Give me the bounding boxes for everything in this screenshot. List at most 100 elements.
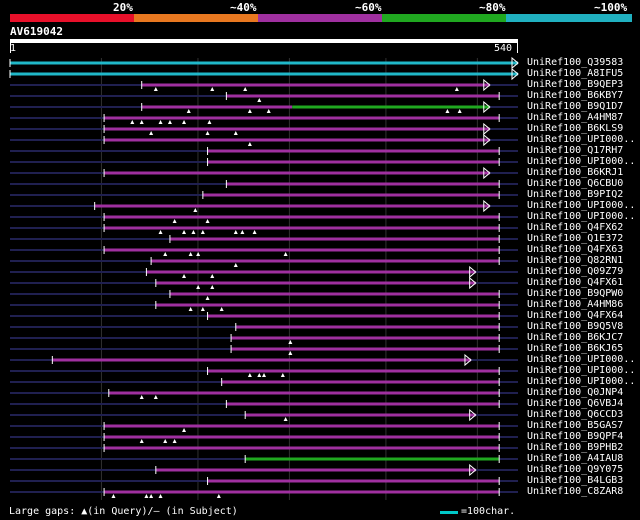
hit-row (10, 488, 518, 498)
gap-marker-icon (205, 296, 210, 300)
gap-marker-icon (196, 285, 201, 289)
gap-marker-icon (139, 120, 144, 124)
gap-marker-icon (283, 252, 288, 256)
gap-marker-icon (262, 373, 266, 377)
gap-marker-icon (247, 142, 252, 146)
hit-row (10, 191, 518, 199)
hit-label[interactable]: UniRef100_B5GAS7 (527, 420, 623, 431)
hit-row (10, 133, 518, 147)
hit-label[interactable]: UniRef100_UPI000.. (527, 376, 635, 387)
hit-row (10, 246, 518, 256)
gap-marker-icon (257, 98, 262, 102)
hit-row (10, 334, 518, 344)
hit-label[interactable]: UniRef100_Q4FX62 (527, 222, 623, 233)
gap-marker-icon (257, 373, 262, 377)
hit-label[interactable]: UniRef100_B9PIQ2 (527, 189, 623, 200)
hit-label[interactable]: UniRef100_Q6CBU0 (527, 178, 623, 189)
hit-label[interactable]: UniRef100_B9QPF4 (527, 431, 623, 442)
gap-marker-icon (163, 439, 168, 443)
hit-row (10, 408, 518, 422)
hit-label[interactable]: UniRef100_Q4FX61 (527, 277, 623, 288)
hit-label[interactable]: UniRef100_Q0JNP4 (527, 387, 623, 398)
gap-marker-icon (247, 109, 252, 113)
hit-label[interactable]: UniRef100_Q6VBJ4 (527, 398, 623, 409)
gap-marker-icon (153, 395, 158, 399)
gap-marker-icon (200, 230, 205, 234)
gap-marker-icon (149, 131, 154, 135)
hit-row (10, 455, 518, 463)
legend-text: Large gaps: ▲(in Query)/– (in Subject) (9, 506, 238, 517)
hit-label[interactable]: UniRef100_UPI000.. (527, 156, 635, 167)
hit-label[interactable]: UniRef100_Q1E372 (527, 233, 623, 244)
gap-marker-icon (182, 120, 187, 124)
gap-marker-icon (233, 230, 238, 234)
gap-marker-icon (280, 373, 285, 377)
hit-row (10, 345, 518, 355)
hit-label[interactable]: UniRef100_B4LGB3 (527, 475, 623, 486)
hit-row (10, 166, 518, 180)
hit-label[interactable]: UniRef100_Q4FX64 (527, 310, 623, 321)
gap-marker-icon (454, 87, 459, 91)
hit-label[interactable]: UniRef100_B6KRJ1 (527, 167, 623, 178)
gap-marker-icon (233, 131, 238, 135)
hit-row (10, 158, 518, 166)
gap-marker-icon (200, 307, 205, 311)
hit-label[interactable]: UniRef100_B6KBY7 (527, 90, 623, 101)
hit-label[interactable]: UniRef100_Q6CCD3 (527, 409, 623, 420)
hit-label[interactable]: UniRef100_UPI000.. (527, 365, 635, 376)
hit-label[interactable]: UniRef100_Q39583 (527, 57, 623, 68)
gap-marker-icon (210, 285, 215, 289)
hit-row (10, 147, 518, 155)
hit-label[interactable]: UniRef100_B6KJC7 (527, 332, 623, 343)
gap-marker-icon (252, 230, 257, 234)
hit-row (10, 400, 518, 408)
scale-label: =100char. (461, 506, 516, 517)
gap-marker-icon (207, 120, 212, 124)
hit-label[interactable]: UniRef100_Q4FX63 (527, 244, 623, 255)
hit-label[interactable]: UniRef100_B6KJ65 (527, 343, 623, 354)
hit-label[interactable]: UniRef100_Q82RN1 (527, 255, 623, 266)
hit-label[interactable]: UniRef100_A4HM86 (527, 299, 623, 310)
gap-marker-icon (188, 252, 193, 256)
scale-bar (440, 511, 458, 514)
blast-hit-graph: { "color_key": { "labels": ["20%", "~40%… (0, 0, 640, 520)
hit-label[interactable]: UniRef100_B9QPW0 (527, 288, 623, 299)
hit-label[interactable]: UniRef100_Q9Y075 (527, 464, 623, 475)
gap-marker-icon (149, 494, 154, 498)
gap-marker-icon (205, 219, 210, 223)
hit-label[interactable]: UniRef100_B9QEP3 (527, 79, 623, 90)
gap-marker-icon (240, 230, 245, 234)
hit-label[interactable]: UniRef100_UPI000.. (527, 354, 635, 365)
hit-row (10, 199, 518, 213)
hit-row (10, 122, 518, 136)
hit-label[interactable]: UniRef100_C8ZAR8 (527, 486, 623, 497)
hit-label[interactable]: UniRef100_B9PHB2 (527, 442, 623, 453)
gap-marker-icon (247, 373, 252, 377)
gap-marker-icon (153, 87, 158, 91)
gap-marker-icon (445, 109, 450, 113)
gap-marker-icon (158, 120, 163, 124)
hit-label[interactable]: UniRef100_A8IFU5 (527, 68, 623, 79)
hit-label[interactable]: UniRef100_B9Q1D7 (527, 101, 623, 112)
hit-label[interactable]: UniRef100_Q17RH7 (527, 145, 623, 156)
hit-row (10, 323, 518, 331)
hit-row (10, 213, 518, 223)
hit-label[interactable]: UniRef100_Q09Z79 (527, 266, 623, 277)
gap-marker-icon (158, 494, 163, 498)
gap-marker-icon (186, 109, 191, 113)
gap-marker-icon (216, 494, 221, 498)
hit-label[interactable]: UniRef100_B6KLS9 (527, 123, 623, 134)
hit-label[interactable]: UniRef100_A4HM87 (527, 112, 623, 123)
hit-row (10, 389, 518, 399)
hit-row (10, 378, 518, 386)
hit-label[interactable]: UniRef100_UPI000.. (527, 211, 635, 222)
gap-marker-icon (144, 494, 149, 498)
hit-row (10, 444, 518, 452)
hit-label[interactable]: UniRef100_A4IAU8 (527, 453, 623, 464)
hit-label[interactable]: UniRef100_B9Q5V8 (527, 321, 623, 332)
hit-label[interactable]: UniRef100_UPI000.. (527, 200, 635, 211)
gap-marker-icon (182, 428, 187, 432)
gap-marker-icon (193, 208, 198, 212)
hit-label[interactable]: UniRef100_UPI000.. (527, 134, 635, 145)
hit-row (10, 92, 518, 102)
